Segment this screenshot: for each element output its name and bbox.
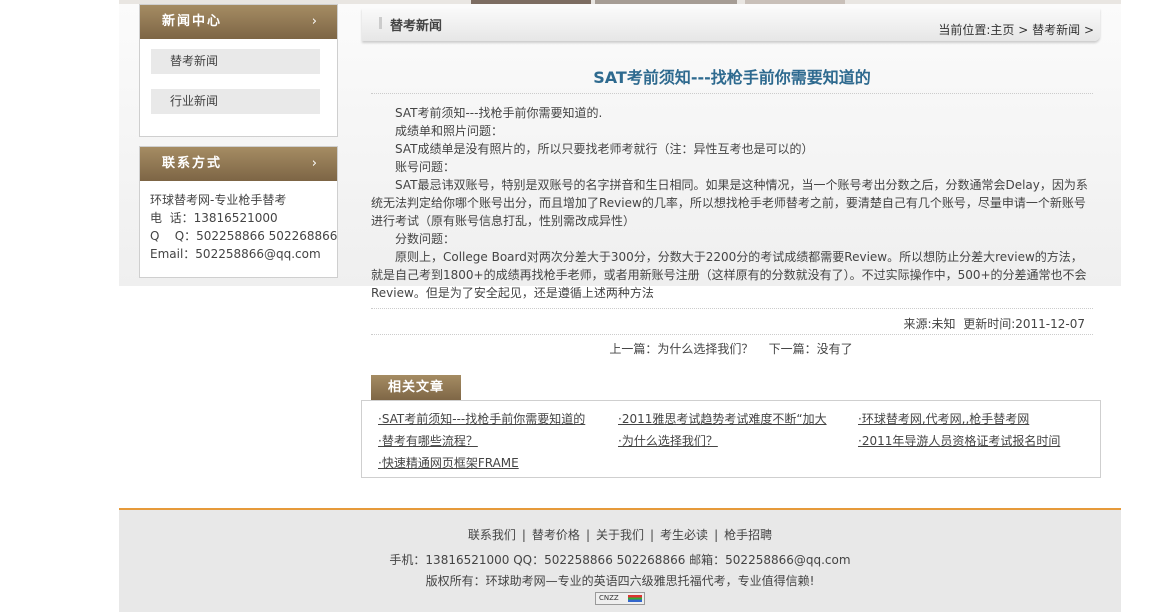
chevron-right-icon: › xyxy=(311,14,319,29)
badge-flag-icon xyxy=(628,595,642,602)
prev-article-link[interactable]: 为什么选择我们？ xyxy=(657,342,753,356)
footer-link-pricing[interactable]: 替考价格 xyxy=(532,528,580,542)
breadcrumb-suffix: > xyxy=(1080,23,1094,37)
section-header: 替考新闻 当前位置:主页 > 替考新闻 > xyxy=(362,8,1100,41)
related-link[interactable]: ·为什么选择我们？ xyxy=(618,432,718,449)
next-article-link[interactable]: 没有了 xyxy=(817,342,853,356)
news-center-box: 新闻中心 › 替考新闻 行业新闻 xyxy=(139,4,338,137)
related-link[interactable]: ·快速精通网页框架FRAME xyxy=(378,454,519,471)
footer-separator: | xyxy=(585,528,590,542)
article-updated: 更新时间:2011-12-07 xyxy=(963,317,1085,331)
news-center-header: 新闻中心 › xyxy=(140,5,337,39)
footer-separator: | xyxy=(650,528,655,542)
footer-separator: | xyxy=(714,528,719,542)
contact-title: 联系方式 xyxy=(162,156,223,171)
breadcrumb-prefix: 当前位置: xyxy=(938,23,991,37)
contact-box: 联系方式 › 环球替考网-专业枪手替考 电 话：13816521000 Q Q：… xyxy=(139,146,338,278)
article-paragraph: 账号问题： xyxy=(395,160,456,174)
article-paragraph: SAT最忌讳双账号，特别是双账号的名字拼音和生日相同。如果是这种情况，当一个账号… xyxy=(371,178,1088,228)
article-paragraph: SAT成绩单是没有照片的，所以只要找老师考就行（注：异性互考也是可以的） xyxy=(395,142,814,156)
related-articles-tab: 相关文章 xyxy=(371,375,461,401)
related-link[interactable]: ·替考有哪些流程？ xyxy=(378,432,478,449)
article-body: SAT考前须知---找枪手前你需要知道的. 成绩单和照片问题： SAT成绩单是没… xyxy=(371,104,1093,302)
stats-badge[interactable]: CNZZ xyxy=(595,592,645,605)
article-paragraph: 分数问题： xyxy=(395,232,456,246)
contact-header: 联系方式 › xyxy=(140,147,337,181)
article-paragraph: SAT考前须知---找枪手前你需要知道的. xyxy=(395,106,603,120)
prev-label: 上一篇： xyxy=(609,342,658,356)
related-link[interactable]: ·环球替考网,代考网,,枪手替考网 xyxy=(858,410,1029,427)
article-source: 来源:未知 xyxy=(903,317,956,331)
contact-phone: 电 话：13816521000 xyxy=(150,211,278,225)
sidebar-item-exam-news[interactable]: 替考新闻 xyxy=(151,49,320,74)
footer: 联系我们 | 替考价格 | 关于我们 | 考生必读 | 枪手招聘 手机：13816521000 … xyxy=(119,508,1121,612)
meta-divider xyxy=(371,334,1093,335)
prev-next-nav: 上一篇：为什么选择我们？ 下一篇：没有了 xyxy=(362,340,1100,357)
footer-link-guide[interactable]: 考生必读 xyxy=(660,528,708,542)
related-link[interactable]: ·2011雅思考试趋势考试难度不断“加大 xyxy=(618,410,827,427)
contact-qq: Q Q：502258866 502268866 xyxy=(150,229,338,243)
section-title: 替考新闻 xyxy=(390,19,443,34)
related-link[interactable]: ·SAT考前须知---找枪手前你需要知道的 xyxy=(378,410,585,427)
article-meta: 来源:未知 更新时间:2011-12-07 xyxy=(904,315,1085,332)
footer-copyright: 版权所有：环球助考网—专业的英语四六级雅思托福代考，专业值得信赖! xyxy=(425,574,815,588)
related-link[interactable]: ·2011年导游人员资格证考试报名时间 xyxy=(858,432,1060,449)
contact-email: Email：502258866@qq.com xyxy=(150,247,321,261)
article-paragraph: 成绩单和照片问题： xyxy=(395,124,504,138)
breadcrumb-sep: > xyxy=(1014,23,1033,37)
stats-badge-text: CNZZ xyxy=(599,594,619,602)
breadcrumb-home-link[interactable]: 主页 xyxy=(990,23,1014,37)
sidebar-item-industry-news[interactable]: 行业新闻 xyxy=(151,89,320,114)
footer-links: 联系我们 | 替考价格 | 关于我们 | 考生必读 | 枪手招聘 xyxy=(119,526,1121,543)
footer-link-contact[interactable]: 联系我们 xyxy=(468,528,516,542)
footer-link-about[interactable]: 关于我们 xyxy=(596,528,644,542)
content-divider xyxy=(371,308,1093,309)
section-marker xyxy=(379,17,382,29)
contact-company: 环球替考网-专业枪手替考 xyxy=(150,193,287,207)
contact-info: 环球替考网-专业枪手替考 电 话：13816521000 Q Q：5022588… xyxy=(140,181,337,263)
footer-contact-line: 手机：13816521000 QQ：502258866 502268866 邮箱… xyxy=(389,553,851,567)
next-label: 下一篇： xyxy=(768,342,817,356)
breadcrumb-current-link[interactable]: 替考新闻 xyxy=(1032,23,1080,37)
footer-link-recruit[interactable]: 枪手招聘 xyxy=(724,528,772,542)
article-paragraph: 原则上，College Board对两次分差大于300分，分数大于2200分的考… xyxy=(371,250,1087,300)
title-divider xyxy=(371,93,1093,94)
footer-separator: | xyxy=(521,528,526,542)
article-title: SAT考前须知---找枪手前你需要知道的 xyxy=(593,68,871,87)
page-wrapper: 新闻中心 › 替考新闻 行业新闻 联系方式 › 环球替考网-专业枪手替考 电 话… xyxy=(119,0,1121,612)
breadcrumb: 当前位置:主页 > 替考新闻 > xyxy=(938,21,1094,38)
chevron-right-icon: › xyxy=(311,156,319,171)
news-center-title: 新闻中心 xyxy=(162,14,223,29)
